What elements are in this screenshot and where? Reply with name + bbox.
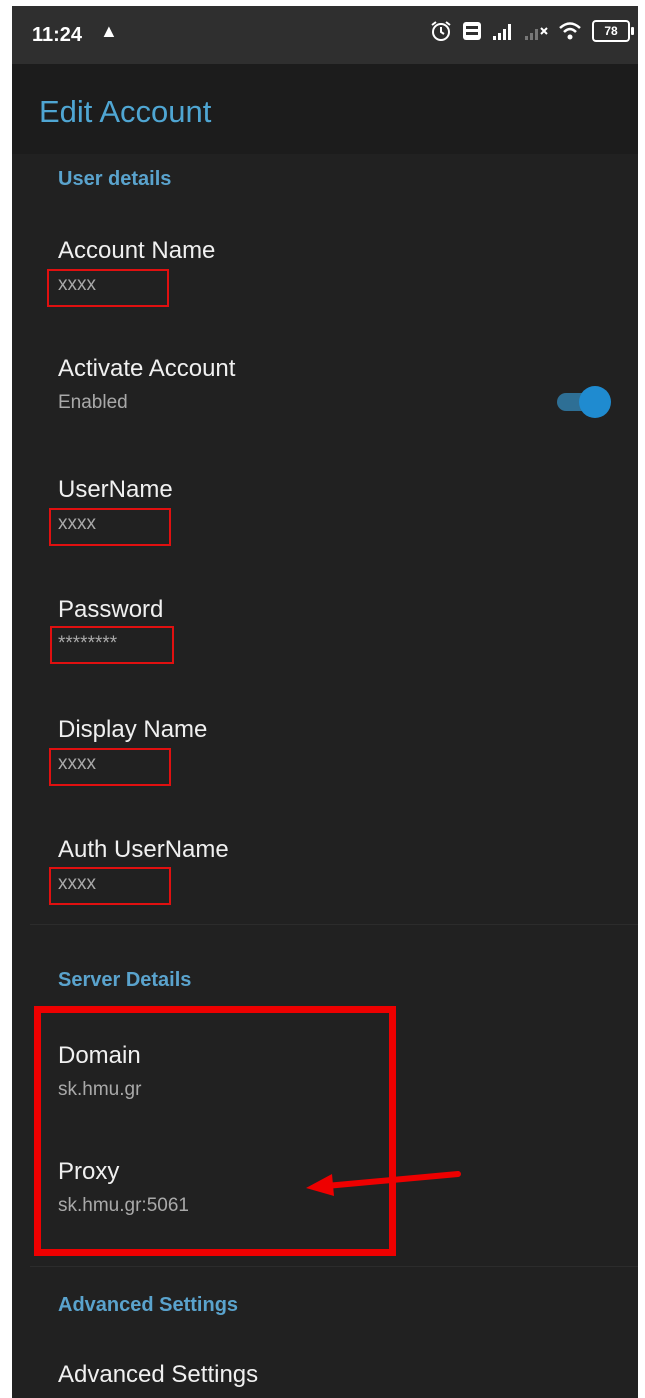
redaction-box (47, 269, 169, 307)
section-header-user-details: User details (58, 168, 172, 190)
pref-title: Auth UserName (58, 836, 229, 863)
section-header-server-details: Server Details (58, 969, 192, 991)
pref-advanced-settings[interactable]: Advanced Settings (58, 1360, 598, 1390)
status-time: 11:24 (32, 24, 83, 46)
pref-title: Display Name (58, 716, 208, 743)
redaction-box (49, 508, 171, 546)
redaction-box (49, 748, 171, 786)
redaction-box (49, 867, 171, 905)
battery-icon: 78 (592, 20, 634, 42)
pref-activate-account[interactable]: Activate Account Enabled (58, 354, 598, 414)
pref-title: Advanced Settings (58, 1361, 259, 1388)
alarm-icon (431, 21, 451, 41)
pref-title: Activate Account (58, 355, 236, 382)
alert-icon: ▲ (100, 21, 118, 41)
pref-title: Account Name (58, 237, 216, 264)
signal-no-service-icon (525, 27, 548, 40)
annotation-arrow-icon (306, 1171, 461, 1196)
section-divider (30, 924, 638, 925)
signal-icon (493, 24, 511, 40)
status-bar: 11:24 ▲ 78 (12, 6, 638, 64)
activate-account-toggle[interactable] (555, 384, 613, 420)
page-title: Edit Account (39, 94, 212, 129)
section-divider (30, 1266, 638, 1267)
app-bar: Edit Account (12, 64, 638, 154)
section-header-advanced-settings: Advanced Settings (58, 1294, 239, 1316)
preferences-list: User details Account Name xxxx Activate … (12, 154, 638, 1398)
pref-summary: Enabled (58, 392, 128, 413)
wifi-icon (559, 22, 581, 40)
toggle-thumb (579, 386, 611, 418)
volte-icon (463, 22, 481, 40)
redaction-box (50, 626, 174, 664)
status-icons: 78 (430, 20, 634, 42)
phone-screen: 11:24 ▲ 78 Edit Account User details Acc… (12, 6, 638, 1398)
pref-title: UserName (58, 476, 173, 503)
pref-title: Password (58, 596, 164, 623)
server-details-highlight-box (34, 1006, 396, 1256)
